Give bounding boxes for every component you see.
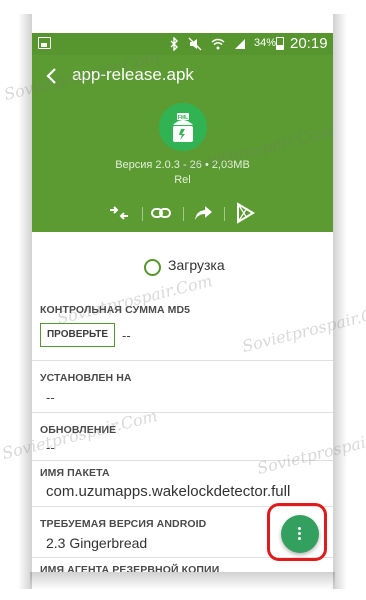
mute-icon bbox=[188, 37, 202, 51]
action-separator bbox=[224, 207, 225, 221]
frame-shadow-right bbox=[333, 14, 347, 589]
compare-icon[interactable] bbox=[108, 202, 130, 224]
frame-shadow-bottom bbox=[30, 572, 335, 590]
divider bbox=[32, 412, 333, 413]
app-icon: FML bbox=[159, 103, 207, 151]
more-vert-icon bbox=[298, 527, 302, 541]
play-store-icon[interactable] bbox=[234, 202, 256, 224]
status-bar: 34% 20:19 bbox=[32, 33, 333, 55]
clock: 20:19 bbox=[290, 35, 328, 52]
gallery-notification-icon bbox=[38, 37, 51, 49]
more-options-fab[interactable] bbox=[281, 515, 319, 553]
md5-value: -- bbox=[122, 328, 131, 343]
action-separator bbox=[142, 207, 143, 221]
installed-value: -- bbox=[46, 390, 55, 405]
app-icon-text: FML bbox=[178, 115, 188, 121]
status-circle-icon bbox=[144, 259, 161, 276]
android-version-value: 2.3 Gingerbread bbox=[46, 535, 148, 551]
signal-icon bbox=[235, 39, 245, 49]
download-status: Загрузка bbox=[32, 256, 333, 280]
battery-icon bbox=[276, 37, 284, 50]
backup-agent-label: ИМЯ АГЕНТА РЕЗЕРВНОЙ КОПИИ bbox=[40, 564, 220, 572]
divider bbox=[32, 360, 333, 361]
share-icon[interactable] bbox=[192, 202, 214, 224]
status-label: Загрузка bbox=[168, 257, 225, 273]
bluetooth-icon bbox=[170, 37, 178, 51]
status-icons bbox=[170, 36, 246, 52]
action-separator bbox=[183, 207, 184, 221]
link-icon[interactable] bbox=[150, 202, 172, 224]
package-label: ИМЯ ПАКЕТА bbox=[40, 467, 110, 479]
check-md5-button[interactable]: ПРОВЕРЬТЕ bbox=[40, 323, 115, 347]
phone-screen: 34% 20:19 app-release.apk FML Версия 2.0… bbox=[32, 33, 333, 572]
android-version-label: ТРЕБУЕМАЯ ВЕРСИЯ ANDROID bbox=[40, 518, 207, 530]
wifi-icon bbox=[211, 38, 225, 50]
android-app-icon: FML bbox=[159, 103, 207, 151]
action-bar bbox=[108, 202, 258, 226]
battery-percent: 34% bbox=[254, 37, 277, 49]
installed-label: УСТАНОВЛЕН НА bbox=[40, 372, 132, 384]
package-name-value: com.uzumapps.wakelockdetector.full bbox=[46, 483, 291, 500]
